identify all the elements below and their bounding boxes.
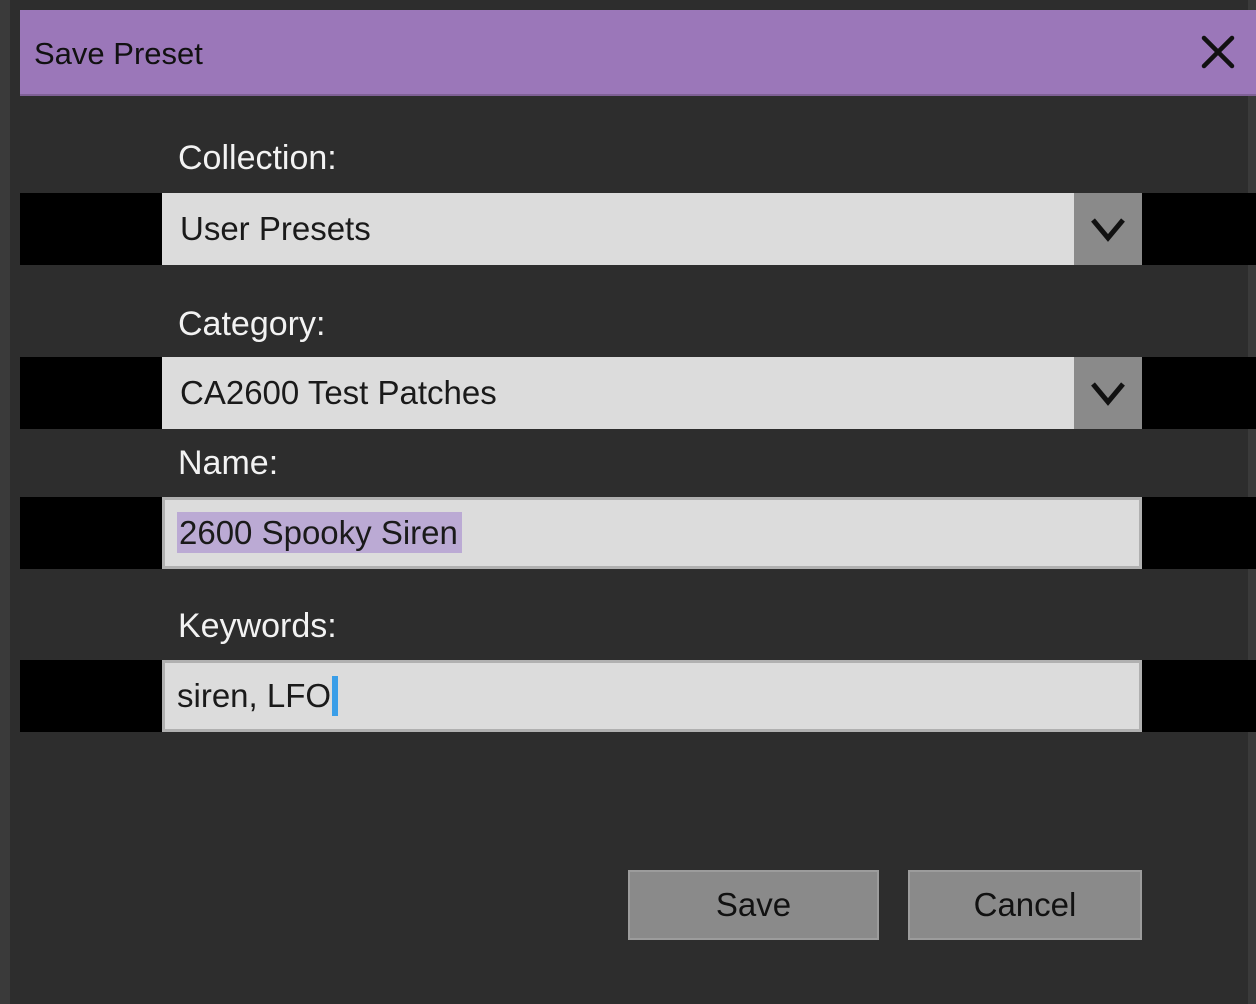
chevron-down-icon xyxy=(1091,218,1125,242)
collection-dropdown-arrow[interactable] xyxy=(1074,193,1142,265)
save-button[interactable]: Save xyxy=(628,870,879,940)
chevron-down-icon xyxy=(1091,382,1125,406)
name-selected-text: 2600 Spooky Siren xyxy=(177,512,462,553)
name-input-value: 2600 Spooky Siren xyxy=(177,512,462,553)
name-label: Name: xyxy=(178,444,279,482)
keywords-input[interactable]: siren, LFO xyxy=(162,660,1142,732)
collection-dropdown[interactable]: User Presets xyxy=(162,193,1142,265)
cancel-button[interactable]: Cancel xyxy=(908,870,1142,940)
dialog-title: Save Preset xyxy=(34,36,203,71)
collection-label: Collection: xyxy=(178,139,337,177)
close-icon xyxy=(1201,35,1235,69)
category-dropdown-arrow[interactable] xyxy=(1074,357,1142,429)
name-input[interactable]: 2600 Spooky Siren xyxy=(162,497,1142,569)
title-bar[interactable]: Save Preset xyxy=(20,10,1256,96)
keywords-label: Keywords: xyxy=(178,607,337,645)
keywords-text: siren, LFO xyxy=(177,677,332,714)
collection-selected-value: User Presets xyxy=(180,210,371,247)
category-label: Category: xyxy=(178,305,326,343)
save-preset-dialog: Save Preset Collection: User Presets Cat… xyxy=(0,0,1256,1004)
category-dropdown[interactable]: CA2600 Test Patches xyxy=(162,357,1142,429)
close-button[interactable] xyxy=(1194,28,1242,76)
category-selected-value: CA2600 Test Patches xyxy=(180,374,497,411)
keywords-input-value: siren, LFO xyxy=(177,676,339,717)
text-caret xyxy=(332,676,339,717)
